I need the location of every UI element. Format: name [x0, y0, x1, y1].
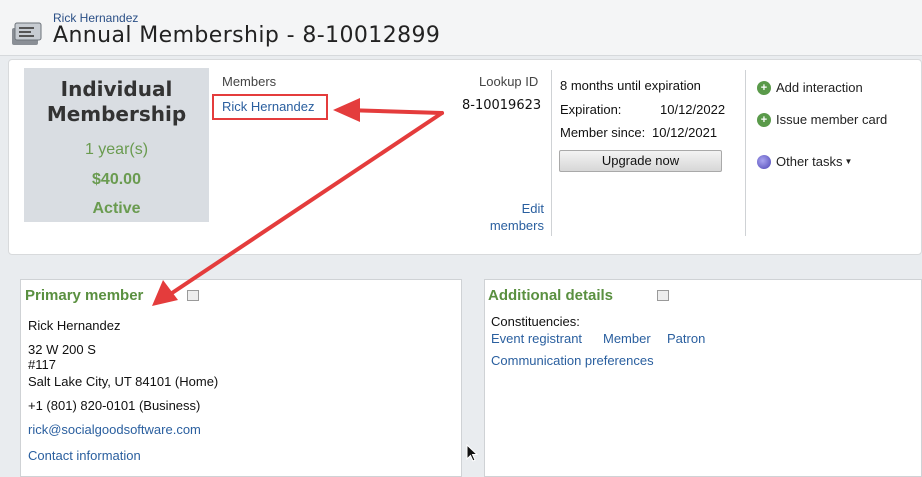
annotation-arrow: [170, 111, 444, 295]
mouse-cursor-icon: [466, 444, 478, 462]
annotation-arrows: [152, 98, 444, 306]
annotation-arrowhead: [333, 98, 360, 122]
